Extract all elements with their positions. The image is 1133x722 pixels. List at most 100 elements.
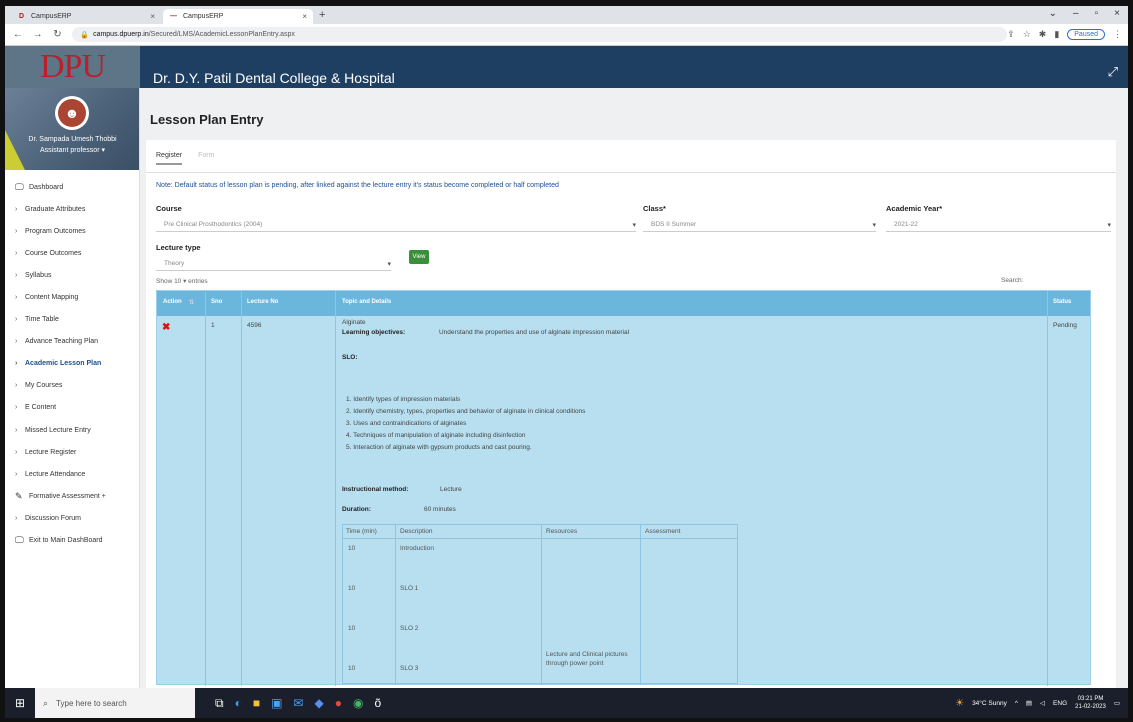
sidebar-item-label: Syllabus [25,271,52,279]
chevron-down-icon: ▾ [387,260,391,268]
view-button[interactable]: View [409,250,429,264]
file-explorer-icon[interactable]: ■ [253,696,260,711]
sidebar-item-dashboard[interactable]: 🖵 Dashboard [5,176,139,198]
inner-col-time: Time (min) [346,528,377,535]
class-label: Class* [643,204,666,213]
sidebar-item-missed-lecture-entry[interactable]: › Missed Lecture Entry [5,419,139,441]
chevron-right-icon: › [15,448,18,456]
volume-icon[interactable]: ◁ [1040,699,1045,707]
task-view-icon[interactable]: ⧉ [215,696,224,711]
chevron-right-icon: › [15,271,18,279]
chevron-down-icon: ▾ [872,221,876,229]
language-indicator[interactable]: ENG [1053,700,1067,707]
sidebar-item-lecture-register[interactable]: › Lecture Register [5,441,139,463]
row-status: Pending [1053,322,1077,329]
store-icon[interactable]: ▣ [271,696,282,711]
forward-icon[interactable]: → [31,29,45,40]
weather-text[interactable]: 34°C Sunny [972,700,1007,707]
learning-objectives-value: Understand the properties and use of alg… [439,329,630,336]
col-lecture-no[interactable]: Lecture No [247,299,278,305]
browser-tab-1[interactable]: D CampusERP × [11,9,161,24]
entries-length-select[interactable]: Show 10 ▾ entries [156,277,208,285]
notifications-icon[interactable]: ▭ [1114,699,1120,707]
close-tab-icon[interactable]: × [150,12,155,21]
close-tab-icon[interactable]: × [302,12,307,21]
browser-actions: ⇪ ☆ ✱ ▮ Paused ⋮ [1007,29,1122,40]
academic-year-select[interactable]: 2021-22 ▾ [886,218,1111,232]
table-row-desc: SLO 1 [400,585,419,592]
edge-icon[interactable]: ◐ [235,696,242,711]
table-row-desc: SLO 3 [400,665,419,672]
sidebar-item-advance-teaching-plan[interactable]: › Advance Teaching Plan [5,331,139,353]
sidebar-item-my-courses[interactable]: › My Courses [5,375,139,397]
menu-icon[interactable]: ⋮ [1113,29,1122,40]
app-icon[interactable]: õ [374,696,381,711]
windows-start-icon[interactable]: ⊞ [5,696,35,710]
col-action[interactable]: Action [163,299,182,305]
extension-icon[interactable]: ✱ [1039,29,1047,40]
reload-icon[interactable]: ↻ [51,29,65,40]
academic-year-label: Academic Year* [886,204,943,213]
sidebar-item-academic-lesson-plan[interactable]: › Academic Lesson Plan [5,353,139,375]
sidebar-item-course-outcomes[interactable]: › Course Outcomes [5,242,139,264]
avatar: ☻ [55,96,89,130]
delete-icon[interactable]: ✖ [162,322,170,333]
browser-tab-2[interactable]: — CampusERP × [163,9,313,24]
sidebar-item-label: Graduate Attributes [25,205,86,213]
sidebar-item-graduate-attributes[interactable]: › Graduate Attributes [5,198,139,220]
list-item: 4. Techniques of manipulation of alginat… [346,432,526,439]
class-select[interactable]: BDS II Summer ▾ [643,218,876,232]
col-status[interactable]: Status [1053,299,1071,305]
star-icon[interactable]: ☆ [1023,29,1031,40]
app-icon[interactable]: ◉ [353,696,363,711]
tab-form[interactable]: Form [198,152,214,165]
network-icon[interactable]: ▤ [1026,699,1032,707]
sort-icon[interactable]: ⇅ [189,299,194,306]
maximize-icon[interactable]: ▫ [1095,8,1099,19]
class-selected-value: BDS II Summer [651,221,697,228]
sidebar-item-program-outcomes[interactable]: › Program Outcomes [5,220,139,242]
chevron-right-icon: › [15,426,18,434]
instructional-method-value: Lecture [440,486,462,493]
col-topic[interactable]: Topic and Details [342,299,391,305]
lecture-type-selected-value: Theory [164,260,185,267]
sidepanel-icon[interactable]: ▮ [1054,29,1059,40]
chrome-icon[interactable]: ● [335,696,342,711]
sidebar-item-e-content[interactable]: › E Content [5,397,139,419]
sidebar-item-discussion-forum[interactable]: › Discussion Forum [5,507,139,529]
chevron-down-icon[interactable]: ⌄ [1049,8,1057,19]
sidebar-item-exit-dashboard[interactable]: 🖵 Exit to Main DashBoard [5,530,139,552]
url-field[interactable]: 🔒 campus.dpuerp.in /Secured/LMS/Academic… [72,27,1008,42]
lesson-plan-card: Register Form Note: Default status of le… [146,140,1116,700]
profile-panel: ☻ Dr. Sampada Umesh Thobbi Assistant pro… [5,88,139,170]
screen: D CampusERP × — CampusERP × + ⌄ – ▫ × ← … [5,6,1128,718]
course-select[interactable]: Pre Clinical Prosthodontics (2004) ▾ [156,218,636,232]
tab-register[interactable]: Register [156,152,183,165]
tray-chevron-icon[interactable]: ^ [1015,700,1018,707]
share-icon[interactable]: ⇪ [1007,29,1015,40]
mail-icon[interactable]: ✉ [293,696,303,711]
lecture-type-select[interactable]: Theory ▾ [156,257,391,271]
chevron-right-icon: › [15,514,18,522]
new-tab-button[interactable]: + [319,9,325,21]
app-icon[interactable]: ◆ [314,696,323,711]
taskbar-apps: ⧉ ◐ ■ ▣ ✉ ◆ ● ◉ õ [215,696,381,711]
sidebar-item-syllabus[interactable]: › Syllabus [5,264,139,286]
lock-icon: 🔒 [80,31,90,39]
clock[interactable]: 03:21 PM 21-02-2023 [1075,695,1106,711]
profile-role-dropdown[interactable]: Assistant professor ▾ [5,146,140,154]
profile-paused-button[interactable]: Paused [1067,29,1106,40]
sidebar-item-time-table[interactable]: › Time Table [5,309,139,331]
back-icon[interactable]: ← [11,29,25,40]
favicon-icon: D [18,13,25,20]
taskbar-search[interactable]: ⌕ Type here to search [35,688,195,718]
monitor-icon: 🖵 [15,535,24,546]
sidebar-item-lecture-attendance[interactable]: › Lecture Attendance [5,463,139,485]
taskbar: ⊞ ⌕ Type here to search ⧉ ◐ ■ ▣ ✉ ◆ ● ◉ … [5,688,1128,718]
minimize-icon[interactable]: – [1073,8,1079,19]
close-window-icon[interactable]: × [1114,8,1120,19]
sidebar-item-content-mapping[interactable]: › Content Mapping [5,286,139,308]
col-srno[interactable]: Sno [211,299,222,305]
fullscreen-icon[interactable]: ⤢ [1108,64,1118,80]
sidebar-item-formative-assessment[interactable]: ✎ Formative Assessment + [5,485,139,507]
